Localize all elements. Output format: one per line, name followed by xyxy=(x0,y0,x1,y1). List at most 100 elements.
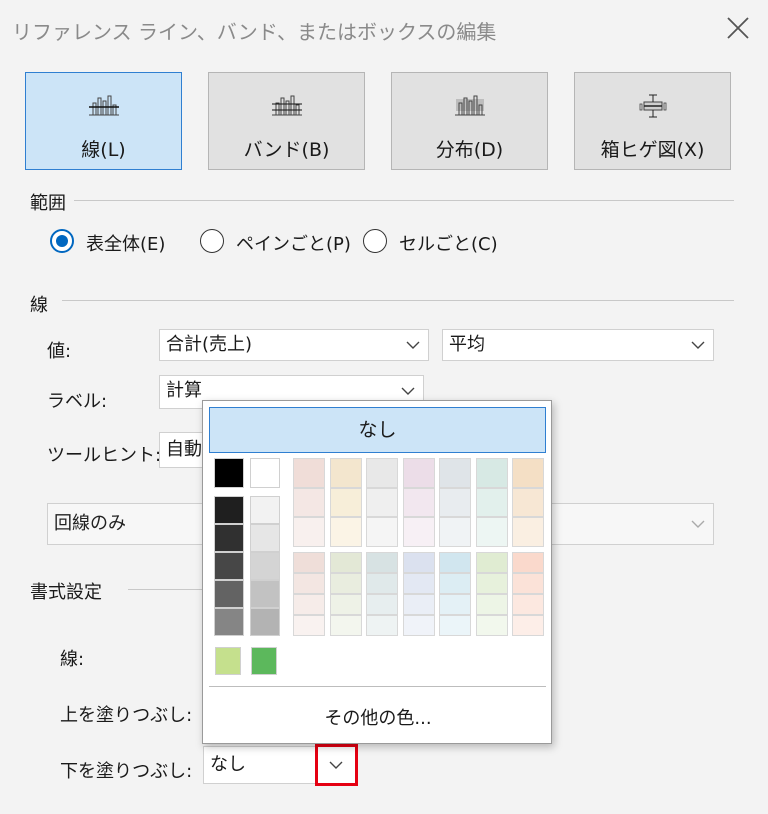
palette-swatch[interactable] xyxy=(512,573,544,594)
scope-cell-radio[interactable] xyxy=(363,229,387,253)
value-label: 値: xyxy=(47,341,72,362)
palette-swatch[interactable] xyxy=(329,573,362,594)
scope-pane-radio[interactable] xyxy=(200,229,224,253)
palette-swatch[interactable] xyxy=(439,594,471,615)
palette-swatch[interactable] xyxy=(475,487,508,517)
palette-swatch[interactable] xyxy=(329,487,362,517)
palette-swatch[interactable] xyxy=(329,552,362,573)
palette-swatch[interactable] xyxy=(402,487,435,517)
line-chart-icon xyxy=(88,95,119,116)
palette-swatch[interactable] xyxy=(402,552,435,573)
palette-swatch[interactable] xyxy=(293,552,325,573)
palette-swatch[interactable] xyxy=(439,552,471,573)
palette-swatch[interactable] xyxy=(512,458,544,488)
palette-swatch[interactable] xyxy=(402,615,435,636)
color-swatch[interactable] xyxy=(250,552,280,580)
palette-swatch[interactable] xyxy=(439,573,471,594)
value-field-dropdown[interactable]: 合計(売上) xyxy=(159,329,429,361)
palette-swatch[interactable] xyxy=(366,594,398,615)
color-swatch[interactable] xyxy=(250,608,280,636)
palette-swatch[interactable] xyxy=(293,573,325,594)
palette-swatch[interactable] xyxy=(512,517,544,547)
line-type-label: 線(L) xyxy=(81,139,126,161)
palette-swatch[interactable] xyxy=(439,458,471,488)
color-swatch[interactable] xyxy=(214,496,244,524)
scope-heading: 範囲 xyxy=(30,193,66,214)
palette-swatch[interactable] xyxy=(366,552,398,573)
boxplot-type-button[interactable]: 箱ヒゲ図(X) xyxy=(574,72,731,170)
aggregation-dropdown[interactable]: 平均 xyxy=(442,329,714,361)
palette-swatch[interactable] xyxy=(475,458,508,488)
palette-swatch[interactable] xyxy=(475,517,508,547)
band-type-label: バンド(B) xyxy=(243,139,330,161)
color-swatch[interactable] xyxy=(214,552,244,580)
fill-below-label: 下を塗りつぶし: xyxy=(60,761,193,782)
line-display-text: 回線のみ xyxy=(54,513,126,534)
custom-color-swatch[interactable] xyxy=(215,647,241,675)
chevron-down-icon xyxy=(691,341,705,349)
palette-swatch[interactable] xyxy=(329,615,362,636)
popup-separator xyxy=(209,686,546,687)
palette-swatch[interactable] xyxy=(475,552,508,573)
palette-swatch[interactable] xyxy=(293,615,325,636)
distribution-type-button[interactable]: 分布(D) xyxy=(391,72,548,170)
chevron-down-icon xyxy=(406,341,420,349)
palette-swatch[interactable] xyxy=(475,594,508,615)
palette-swatch[interactable] xyxy=(366,458,398,488)
color-swatch[interactable] xyxy=(250,524,280,552)
close-icon[interactable] xyxy=(724,14,752,42)
palette-swatch[interactable] xyxy=(329,458,362,488)
palette-swatch[interactable] xyxy=(329,517,362,547)
dropdown-arrow-highlight xyxy=(315,744,358,786)
palette-swatch[interactable] xyxy=(402,594,435,615)
scope-pane-label[interactable]: ペインごと(P) xyxy=(236,230,351,256)
fill-above-label: 上を塗りつぶし: xyxy=(60,705,193,726)
palette-swatch[interactable] xyxy=(439,615,471,636)
palette-swatch[interactable] xyxy=(512,552,544,573)
label-text: 計算 xyxy=(166,380,202,401)
tooltip-text: 自動 xyxy=(166,439,202,460)
palette-swatch[interactable] xyxy=(293,517,325,547)
palette-swatch[interactable] xyxy=(402,458,435,488)
palette-swatch[interactable] xyxy=(475,573,508,594)
color-swatch[interactable] xyxy=(214,580,244,608)
line-heading: 線 xyxy=(30,295,48,316)
color-swatch[interactable] xyxy=(250,580,280,608)
custom-color-swatch[interactable] xyxy=(251,647,277,675)
fill-below-text: なし xyxy=(210,754,246,775)
color-swatch[interactable] xyxy=(214,524,244,552)
band-type-button[interactable]: バンド(B) xyxy=(208,72,365,170)
color-swatch[interactable] xyxy=(214,608,244,636)
scope-divider xyxy=(74,200,734,201)
palette-swatch[interactable] xyxy=(293,487,325,517)
palette-swatch[interactable] xyxy=(293,594,325,615)
palette-swatch[interactable] xyxy=(512,615,544,636)
no-color-button[interactable]: なし xyxy=(209,407,546,453)
palette-swatch[interactable] xyxy=(366,573,398,594)
color-swatch[interactable] xyxy=(250,496,280,524)
palette-swatch[interactable] xyxy=(439,517,471,547)
palette-swatch[interactable] xyxy=(366,615,398,636)
palette-swatch[interactable] xyxy=(439,487,471,517)
more-colors-button[interactable]: その他の色... xyxy=(203,704,553,730)
palette-swatch[interactable] xyxy=(512,487,544,517)
line-type-button[interactable]: 線(L) xyxy=(25,72,182,170)
palette-swatch[interactable] xyxy=(402,517,435,547)
palette-swatch[interactable] xyxy=(293,458,325,488)
palette-swatch[interactable] xyxy=(329,594,362,615)
scope-table-radio[interactable] xyxy=(50,229,74,253)
line-divider xyxy=(62,300,734,301)
palette-swatch[interactable] xyxy=(402,573,435,594)
chevron-down-icon xyxy=(401,387,415,395)
scope-cell-label[interactable]: セルごと(C) xyxy=(399,230,498,256)
color-swatch[interactable] xyxy=(250,458,280,488)
value-field-text: 合計(売上) xyxy=(166,334,253,355)
palette-swatch[interactable] xyxy=(512,594,544,615)
color-swatch[interactable] xyxy=(214,458,244,488)
palette-swatch[interactable] xyxy=(366,487,398,517)
band-chart-icon xyxy=(271,95,302,116)
palette-swatch[interactable] xyxy=(475,615,508,636)
dialog-title: リファレンス ライン、バンド、またはボックスの編集 xyxy=(12,20,497,44)
palette-swatch[interactable] xyxy=(366,517,398,547)
scope-table-label[interactable]: 表全体(E) xyxy=(86,230,165,256)
